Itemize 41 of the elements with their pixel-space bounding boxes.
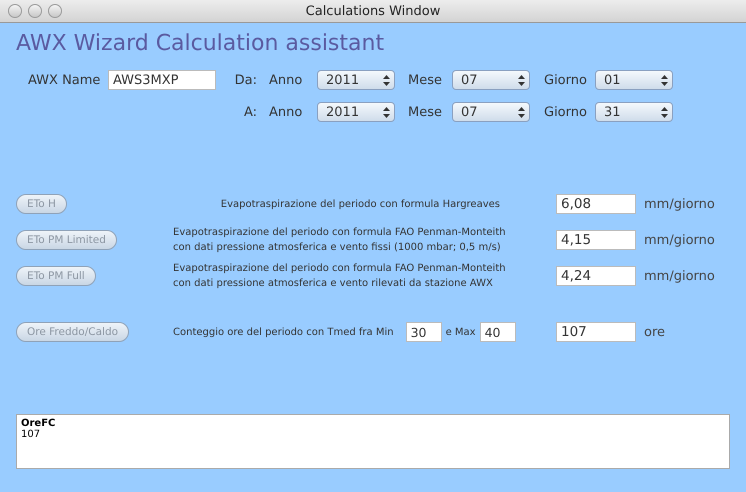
field-label: e Max [446, 326, 476, 340]
field-label: Anno [269, 104, 302, 120]
window-control-button[interactable] [8, 4, 22, 18]
stepper-arrows-icon [383, 74, 390, 86]
page-heading: AWX Wizard Calculation assistant [16, 31, 384, 56]
formula-description: Evapotraspirazione del periodo con formula FAO Penman-Monteith [173, 226, 506, 240]
formula-description: Evapotraspirazione del periodo con formula Hargreaves [220, 198, 500, 212]
stepper-arrows-icon [661, 106, 668, 118]
field-label: AWX Name [27, 72, 100, 88]
output-area[interactable]: OreFC 107 [16, 414, 730, 469]
stepper-field[interactable]: 07 [452, 102, 530, 122]
unit-label: ore [644, 324, 666, 340]
unit-label: mm/giorno [644, 232, 716, 248]
formula-description: con dati pressione atmosferica e vento rilevati da stazione AWX [173, 277, 493, 291]
unit-label: mm/giorno [644, 196, 716, 212]
stepper-field[interactable]: 2011 [317, 102, 395, 122]
stepper-arrows-icon [518, 74, 525, 86]
field-label: Mese [408, 72, 442, 88]
window-control-button[interactable] [28, 4, 42, 18]
awx-name-field[interactable]: AWS3MXP [108, 70, 216, 90]
stepper-field[interactable]: 2011 [317, 70, 395, 90]
stepper-field[interactable]: 07 [452, 70, 530, 90]
date-label: A: [244, 104, 258, 120]
field-label: Giorno [544, 72, 587, 88]
window-control-button[interactable] [48, 4, 62, 18]
stepper-arrows-icon [661, 74, 668, 86]
output-title: OreFC [21, 418, 56, 429]
field-label: Anno [269, 72, 302, 88]
field-label: Mese [408, 104, 442, 120]
field-label: Giorno [544, 104, 587, 120]
stepper-arrows-icon [383, 106, 390, 118]
formula-description: Evapotraspirazione del periodo con formula FAO Penman-Monteith [173, 262, 506, 276]
output-value: 107 [21, 429, 40, 440]
stepper-field[interactable]: 01 [595, 70, 673, 90]
formula-description: con dati pressione atmosferica e vento fissi (1000 mbar; 0,5 m/s) [173, 241, 501, 255]
window-title: Calculations Window [306, 4, 440, 18]
count-description: Conteggio ore del periodo con Tmed fra Min [173, 326, 394, 340]
date-label: Da: [234, 72, 258, 88]
stepper-arrows-icon [518, 106, 525, 118]
unit-label: mm/giorno [644, 268, 716, 284]
stepper-field[interactable]: 31 [595, 102, 673, 122]
